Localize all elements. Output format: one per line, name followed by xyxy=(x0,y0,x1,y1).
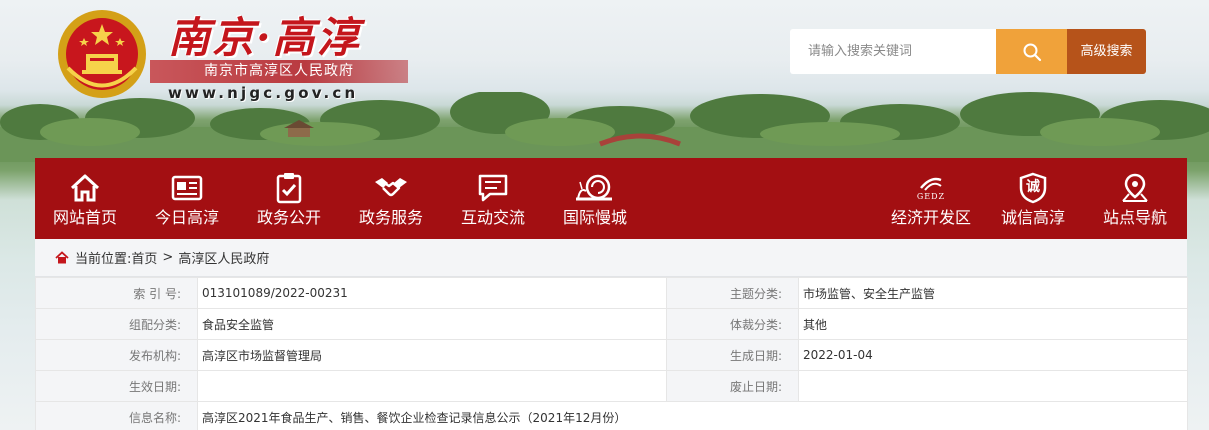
date-label: 生成日期: xyxy=(666,339,799,371)
breadcrumb-prefix: 当前位置: xyxy=(75,252,132,267)
newspaper-icon xyxy=(171,172,203,204)
nav-item-label: 国际慢城 xyxy=(562,208,627,227)
nav-item-home[interactable]: 网站首页 xyxy=(35,158,135,239)
advanced-search-button[interactable]: 高级搜索 xyxy=(1067,29,1146,74)
gedz-logo-icon: GEDZ xyxy=(917,172,945,204)
site-title: 南京·高淳 xyxy=(168,13,361,62)
nav-item-gov-service[interactable]: 政务服务 xyxy=(341,158,441,239)
gedz-logo-text: GEDZ xyxy=(916,192,946,201)
nav-item-label: 政务服务 xyxy=(358,208,423,227)
search-box xyxy=(790,29,996,74)
nav-item-label: 站点导航 xyxy=(1102,208,1167,227)
location-pin-icon xyxy=(1119,172,1151,204)
nav-item-interaction[interactable]: 互动交流 xyxy=(443,158,543,239)
nav-item-economic-zone[interactable]: GEDZ 经济开发区 xyxy=(881,158,981,239)
index-value: 013101089/2022-00231 xyxy=(197,277,667,309)
nav-item-integrity[interactable]: 诚 诚信高淳 xyxy=(983,158,1083,239)
table-row: 索 引 号: 013101089/2022-00231 主题分类: 市场监管、安… xyxy=(35,277,1188,309)
nav-item-slow-city[interactable]: 国际慢城 xyxy=(545,158,645,239)
date-value: 2022-01-04 xyxy=(798,339,1188,371)
site-url: www.njgc.gov.cn xyxy=(168,84,359,102)
table-row: 信息名称: 高淳区2021年食品生产、销售、餐饮企业检查记录信息公示（2021年… xyxy=(35,401,1188,430)
chat-icon xyxy=(476,172,510,204)
info-name-label: 信息名称: xyxy=(35,401,198,430)
category-label: 组配分类: xyxy=(35,308,198,340)
integrity-badge-text: 诚 xyxy=(1026,179,1040,195)
home-icon xyxy=(69,172,101,204)
publisher-value: 高淳区市场监督管理局 xyxy=(197,339,667,371)
national-emblem-icon xyxy=(58,10,146,98)
genre-label: 体裁分类: xyxy=(666,308,799,340)
document-info-table: 索 引 号: 013101089/2022-00231 主题分类: 市场监管、安… xyxy=(35,277,1188,430)
effective-date-value xyxy=(197,370,667,402)
table-row: 组配分类: 食品安全监管 体裁分类: 其他 xyxy=(35,308,1188,340)
nav-item-today[interactable]: 今日高淳 xyxy=(137,158,237,239)
nav-item-label: 网站首页 xyxy=(52,208,117,227)
topic-value: 市场监管、安全生产监管 xyxy=(798,277,1188,309)
nav-item-site-nav[interactable]: 站点导航 xyxy=(1085,158,1185,239)
info-name-value: 高淳区2021年食品生产、销售、餐饮企业检查记录信息公示（2021年12月份） xyxy=(197,401,1188,430)
snail-icon xyxy=(574,172,616,204)
breadcrumb-item-home[interactable]: 首页 xyxy=(131,248,157,267)
search-icon xyxy=(1023,43,1041,61)
nav-item-gov-affairs[interactable]: 政务公开 xyxy=(239,158,339,239)
breadcrumb-item-gov[interactable]: 高淳区人民政府 xyxy=(178,248,269,267)
publisher-label: 发布机构: xyxy=(35,339,198,371)
category-value: 食品安全监管 xyxy=(197,308,667,340)
nav-item-label: 诚信高淳 xyxy=(1000,208,1065,227)
table-row: 发布机构: 高淳区市场监督管理局 生成日期: 2022-01-04 xyxy=(35,339,1188,371)
genre-value: 其他 xyxy=(798,308,1188,340)
breadcrumb: 当前位置: 首页 > 高淳区人民政府 xyxy=(35,239,1187,277)
nav-item-label: 互动交流 xyxy=(460,208,525,227)
site-subtitle: 南京市高淳区人民政府 xyxy=(150,60,408,83)
breadcrumb-separator: > xyxy=(162,250,174,265)
main-nav: 网站首页 今日高淳 政务公开 政务服务 互动交流 国际慢城 GEDZ 经济开发区… xyxy=(35,158,1187,239)
search-input[interactable] xyxy=(790,29,996,74)
nav-item-label: 经济开发区 xyxy=(890,208,971,227)
index-label: 索 引 号: xyxy=(35,277,198,309)
abolish-date-label: 废止日期: xyxy=(666,370,799,402)
integrity-badge-icon: 诚 xyxy=(1018,172,1048,204)
topic-label: 主题分类: xyxy=(666,277,799,309)
home-icon xyxy=(55,250,69,265)
search-button[interactable] xyxy=(996,29,1067,74)
handshake-icon xyxy=(373,172,409,204)
clipboard-check-icon xyxy=(275,172,303,204)
nav-item-label: 今日高淳 xyxy=(154,208,219,227)
effective-date-label: 生效日期: xyxy=(35,370,198,402)
abolish-date-value xyxy=(798,370,1188,402)
nav-item-label: 政务公开 xyxy=(256,208,321,227)
table-row: 生效日期: 废止日期: xyxy=(35,370,1188,402)
